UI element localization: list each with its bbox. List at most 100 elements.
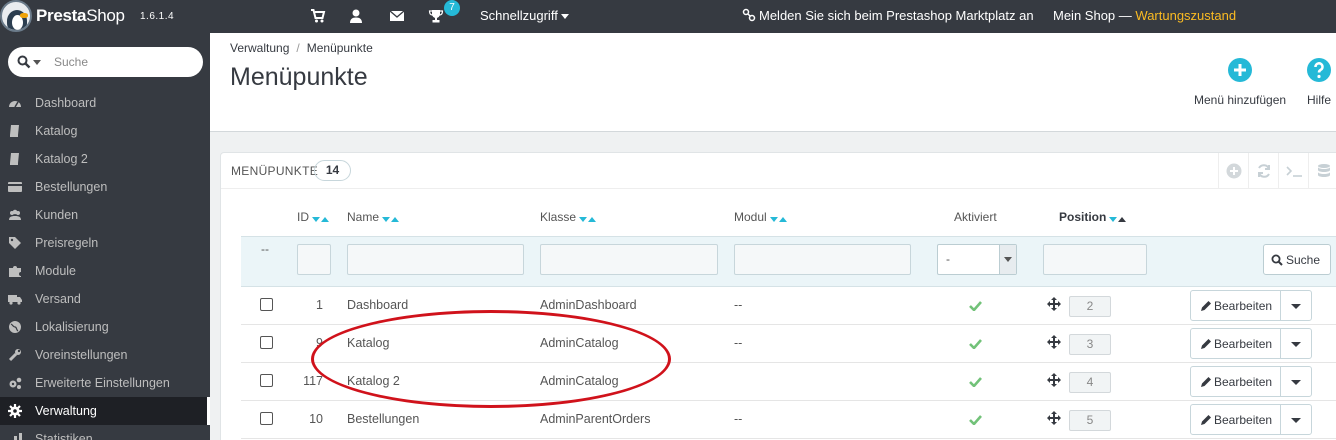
trophy-icon[interactable] — [428, 8, 444, 24]
sql-query-tool[interactable] — [1278, 153, 1308, 189]
quick-access-dropdown[interactable]: Schnellzugriff — [480, 8, 569, 23]
sort-desc-icon[interactable] — [1109, 216, 1118, 222]
cell-class: AdminDashboard — [540, 298, 637, 312]
chart-icon — [14, 433, 22, 440]
sort-asc-active-icon[interactable] — [1118, 216, 1127, 222]
sidebar-item-shipping[interactable]: Versand — [0, 285, 210, 313]
cell-module: -- — [734, 298, 743, 312]
refresh-tool[interactable] — [1248, 153, 1278, 189]
sidebar-search-input[interactable] — [54, 53, 194, 71]
row-checkbox[interactable] — [260, 412, 273, 425]
wrench-icon — [8, 349, 21, 362]
sidebar-item-price-rules[interactable]: Preisregeln — [0, 229, 210, 257]
sidebar-item-statistics[interactable]: Statistiken — [0, 425, 210, 440]
sidebar-item-label: Verwaltung — [35, 404, 97, 418]
notification-badge: 7 — [444, 0, 460, 16]
sort-desc-icon[interactable] — [579, 216, 588, 222]
move-arrows-icon[interactable] — [1047, 297, 1061, 311]
sidebar-item-localization[interactable]: Lokalisierung — [0, 313, 210, 341]
check-icon[interactable] — [969, 338, 982, 349]
check-icon[interactable] — [969, 300, 982, 311]
cell-name: Katalog — [347, 336, 390, 350]
filter-id-input[interactable] — [297, 244, 331, 275]
sort-desc-icon[interactable] — [312, 216, 320, 222]
pencil-icon — [1201, 415, 1211, 425]
position-value: 2 — [1069, 296, 1111, 317]
check-icon[interactable] — [969, 414, 982, 425]
pencil-icon — [1201, 339, 1211, 349]
sidebar-item-catalog[interactable]: Katalog — [0, 117, 210, 145]
move-arrows-icon[interactable] — [1047, 373, 1061, 387]
row-checkbox[interactable] — [260, 298, 273, 311]
edit-button[interactable]: Bearbeiten — [1190, 328, 1312, 359]
sort-desc-icon[interactable] — [769, 216, 778, 222]
table-row: 10 Bestellungen AdminParentOrders -- 5 B… — [241, 401, 1336, 439]
breadcrumb-parent[interactable]: Verwaltung — [230, 41, 289, 55]
search-scope-chevron-icon[interactable] — [33, 60, 41, 65]
edit-button[interactable]: Bearbeiten — [1190, 290, 1312, 321]
check-icon[interactable] — [969, 376, 982, 387]
chevron-down-icon[interactable] — [1291, 380, 1301, 385]
filter-active-select[interactable]: - — [937, 244, 1017, 275]
users-icon — [9, 209, 21, 220]
move-arrows-icon[interactable] — [1047, 411, 1061, 425]
edit-button[interactable]: Bearbeiten — [1190, 366, 1312, 397]
filter-search-button[interactable]: Suche — [1263, 244, 1331, 275]
table-row: 117 Katalog 2 AdminCatalog 4 Bearbeiten — [241, 363, 1336, 401]
sidebar-item-modules[interactable]: Module — [0, 257, 210, 285]
sidebar-item-label: Preisregeln — [35, 236, 99, 250]
row-checkbox[interactable] — [260, 374, 273, 387]
maintenance-status[interactable]: Wartungszustand — [1135, 8, 1236, 23]
sidebar-item-preferences[interactable]: Voreinstellungen — [0, 341, 210, 369]
sidebar-item-administration[interactable]: Verwaltung — [0, 397, 210, 425]
filter-name-input[interactable] — [347, 244, 524, 275]
edit-button[interactable]: Bearbeiten — [1190, 404, 1312, 435]
cell-class: AdminCatalog — [540, 374, 619, 388]
sidebar-item-label: Lokalisierung — [35, 320, 109, 334]
add-new-tool[interactable] — [1218, 153, 1248, 189]
sidebar-item-orders[interactable]: Bestellungen — [0, 173, 210, 201]
panel-title: MENÜPUNKTE — [231, 164, 319, 178]
chevron-down-icon[interactable] — [1291, 342, 1301, 347]
brand-name[interactable]: PrestaShop — [36, 6, 125, 26]
marketplace-link[interactable]: Melden Sie sich beim Prestashop Marktpla… — [742, 8, 1034, 23]
row-checkbox[interactable] — [260, 336, 273, 349]
envelope-icon[interactable] — [389, 8, 405, 24]
sort-asc-icon[interactable] — [778, 216, 787, 222]
add-menu-button[interactable]: Menü hinzufügen — [1194, 58, 1286, 107]
chevron-down-icon[interactable] — [1291, 304, 1301, 309]
help-button[interactable]: Hilfe — [1307, 58, 1331, 107]
chevron-down-icon[interactable] — [1291, 418, 1301, 423]
move-arrows-icon[interactable] — [1047, 335, 1061, 349]
user-icon[interactable] — [348, 8, 364, 24]
filter-module-input[interactable] — [734, 244, 911, 275]
table-row: 9 Katalog AdminCatalog -- 3 Bearbeiten — [241, 325, 1336, 363]
refresh-icon — [1258, 164, 1270, 178]
filter-class-input[interactable] — [540, 244, 718, 275]
tags-icon — [9, 237, 21, 249]
cell-id: 10 — [309, 412, 323, 426]
sort-asc-icon[interactable] — [321, 216, 329, 222]
bulk-actions-placeholder: -- — [261, 242, 269, 256]
sidebar-item-catalog-2[interactable]: Katalog 2 — [0, 145, 210, 173]
top-bar: PrestaShop 1.6.1.4 7 Schnellzugriff Meld… — [0, 0, 1336, 33]
export-sql-tool[interactable] — [1308, 153, 1336, 189]
sidebar: Dashboard Katalog Katalog 2 Bestellungen… — [0, 33, 210, 440]
sort-asc-icon[interactable] — [391, 216, 400, 222]
cell-name: Katalog 2 — [347, 374, 400, 388]
sidebar-item-label: Katalog — [35, 124, 78, 138]
sidebar-item-customers[interactable]: Kunden — [0, 201, 210, 229]
sidebar-item-advanced-parameters[interactable]: Erweiterte Einstellungen — [0, 369, 210, 397]
shopping-cart-icon[interactable] — [310, 8, 326, 24]
sort-asc-icon[interactable] — [588, 216, 597, 222]
prestashop-logo-icon[interactable] — [0, 0, 32, 32]
position-value: 3 — [1069, 334, 1111, 355]
credit-card-icon — [8, 182, 22, 192]
sort-desc-icon[interactable] — [382, 216, 391, 222]
filter-row: - Suche — [241, 236, 1336, 287]
filter-position-input[interactable] — [1043, 244, 1147, 275]
search-icon[interactable] — [17, 55, 31, 69]
shop-status[interactable]: Mein Shop — Wartungszustand — [1053, 8, 1236, 23]
sidebar-item-dashboard[interactable]: Dashboard — [0, 89, 210, 117]
cell-class: AdminCatalog — [540, 336, 619, 350]
